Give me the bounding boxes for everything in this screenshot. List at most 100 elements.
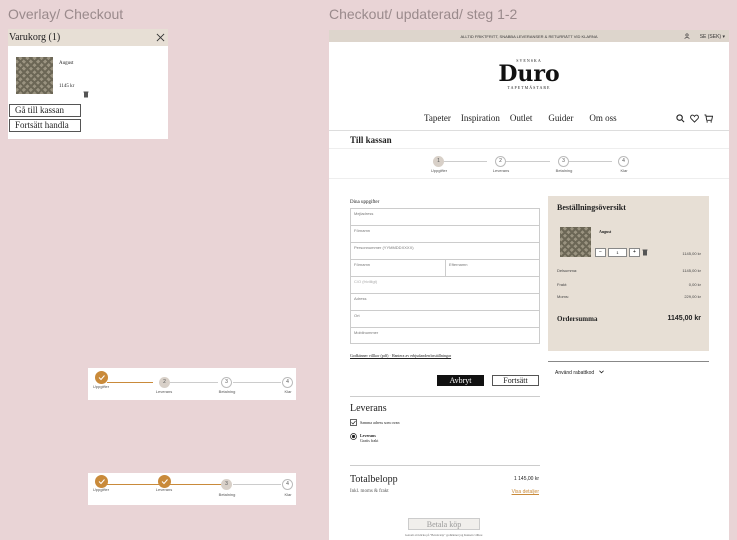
check-icon — [98, 479, 105, 485]
stepper-variant-a: Uppgifter 2 Leverans 3 Betalning 4 Klar — [88, 368, 296, 400]
personal-number-field[interactable]: Personnummer (YYMMDDXXXX) — [350, 242, 540, 259]
show-details-link[interactable]: Visa detaljer — [479, 489, 539, 495]
nav-item-om-oss[interactable]: Om oss — [589, 113, 616, 123]
stepper-line — [233, 484, 281, 485]
main-nav: Tapeter Inspiration Outlet Guider Om oss — [424, 113, 617, 123]
checkbox-checked-icon[interactable] — [350, 419, 357, 426]
stepper-line — [233, 382, 281, 383]
cancel-button[interactable]: Avbryt — [437, 375, 484, 386]
decrease-qty-button[interactable]: − — [595, 248, 606, 257]
nav-item-inspiration[interactable]: Inspiration — [461, 113, 500, 123]
stepper-line — [440, 161, 487, 162]
order-total-label: Ordersumma — [557, 315, 598, 323]
cart-icon[interactable] — [704, 114, 713, 123]
go-to-checkout-button[interactable]: Gå till kassan — [9, 104, 81, 117]
step-label: Uppgifter — [92, 384, 110, 389]
header-actions — [676, 114, 713, 123]
step-dot-4: 4 — [282, 377, 293, 388]
continue-shopping-button[interactable]: Fortsätt handla — [9, 119, 81, 132]
delivery-option[interactable]: Leverans Gratis frakt — [350, 433, 378, 443]
subtotal-label: Delsumma: — [557, 268, 578, 273]
site-logo[interactable]: SVENSKA Duro TAPETMÄSTARE — [494, 58, 564, 90]
co-field[interactable]: C/O (frivilligt) — [350, 276, 540, 293]
trash-icon[interactable] — [642, 249, 648, 256]
radio-selected-icon[interactable] — [350, 433, 357, 440]
step-label: Leverans — [492, 168, 510, 173]
last-name-field[interactable]: Efternamn — [446, 259, 540, 276]
currency-selector[interactable]: SE (SEK) ▾ — [684, 33, 725, 40]
stepper-line — [565, 161, 612, 162]
divider — [350, 396, 540, 397]
cart-item-name: August — [59, 61, 74, 66]
frame-title-right: Checkout/ updaterad/ steg 1-2 — [329, 6, 518, 22]
summary-item-name: August — [599, 229, 612, 234]
qty-value[interactable]: 1 — [608, 248, 627, 257]
progress-step-4: 4 — [618, 156, 629, 167]
search-icon[interactable] — [676, 114, 685, 123]
step-dot-1 — [95, 371, 108, 384]
step-label: Klar — [284, 389, 292, 394]
announcement-bar: ALLTID FRIKTFRITT, SNABBA LEVERANSER & R… — [329, 30, 729, 42]
page-title: Till kassan — [350, 135, 392, 145]
stepper-line — [170, 382, 218, 383]
step-label: Uppgifter — [430, 168, 448, 173]
step-label: Betalning — [218, 492, 236, 497]
same-address-option[interactable]: Samma adress som ovan — [350, 419, 399, 426]
step-label: Betalning — [218, 389, 236, 394]
trash-icon[interactable] — [83, 91, 89, 98]
check-icon — [161, 479, 168, 485]
step-label: Klar — [620, 168, 628, 173]
quantity-stepper[interactable]: − 1 + — [595, 248, 648, 257]
discount-code-label: Använd rabattkod — [555, 370, 595, 376]
mobile-field[interactable]: Mobilnummer — [350, 327, 540, 344]
currency-label: SE (SEK) — [699, 34, 722, 40]
divider — [329, 148, 729, 149]
step-label: Klar — [284, 492, 292, 497]
form-heading: Dina uppgifter — [350, 200, 380, 205]
step-dot-3: 3 — [221, 479, 232, 490]
same-address-label: Samma adress som ovan — [360, 420, 400, 425]
nav-item-outlet[interactable]: Outlet — [510, 113, 533, 123]
continue-button[interactable]: Fortsätt — [492, 375, 539, 386]
chevron-down-icon — [598, 370, 604, 374]
stepper-variant-b: Uppgifter Leverans 3 Betalning 4 Klar — [88, 473, 296, 505]
announcement-text: ALLTID FRIKTFRITT, SNABBA LEVERANSER & R… — [460, 33, 598, 39]
nav-item-guider[interactable]: Guider — [548, 113, 573, 123]
progress-step-3: 3 — [558, 156, 569, 167]
vat-value: 229,00 kr — [684, 294, 701, 299]
summary-item-price: 1145,00 kr — [682, 251, 701, 256]
increase-qty-button[interactable]: + — [629, 248, 640, 257]
cart-title: Varukorg (1) — [9, 32, 61, 43]
step-label: Betalning — [555, 168, 573, 173]
shipping-value: 0,00 kr — [688, 282, 701, 287]
total-subtext: Inkl. moms & frakt — [350, 489, 389, 494]
first-name-field-top[interactable]: Förnamn — [350, 225, 540, 242]
stepper-line — [107, 484, 159, 485]
heart-icon[interactable] — [690, 114, 699, 123]
summary-product-thumbnail — [560, 227, 591, 257]
details-form: Mejladress Förnamn Personnummer (YYMMDDX… — [350, 208, 540, 344]
discount-code-toggle[interactable]: Använd rabattkod — [555, 370, 604, 376]
user-icon[interactable] — [684, 33, 690, 39]
progress-step-2: 2 — [495, 156, 506, 167]
divider — [329, 130, 729, 131]
close-icon[interactable] — [156, 33, 165, 42]
first-name-field[interactable]: Förnamn — [350, 259, 446, 276]
pay-footer-text: Genom att klicka på "Betala köp" godkänn… — [405, 533, 483, 537]
city-field[interactable]: Ort — [350, 310, 540, 327]
shipping-label: Frakt: — [557, 282, 568, 287]
pay-button[interactable]: Betala köp — [408, 518, 480, 530]
step-dot-3: 3 — [221, 377, 232, 388]
total-amount: 1 145,00 kr — [513, 476, 539, 482]
email-field[interactable]: Mejladress — [350, 208, 540, 225]
address-field[interactable]: Adress — [350, 293, 540, 310]
checkout-progress: 1 Uppgifter 2 Leverans 3 Betalning 4 Kla… — [425, 154, 635, 176]
stepper-line — [503, 161, 550, 162]
delivery-heading: Leverans — [350, 403, 387, 414]
nav-item-tapeter[interactable]: Tapeter — [424, 113, 451, 123]
check-icon — [98, 375, 105, 381]
stepper-line — [170, 484, 222, 485]
step-label: Leverans — [155, 487, 173, 492]
step-label: Leverans — [155, 389, 173, 394]
terms-link[interactable]: Godkänner villkor (pdf) · Hantera av erb… — [350, 353, 451, 358]
